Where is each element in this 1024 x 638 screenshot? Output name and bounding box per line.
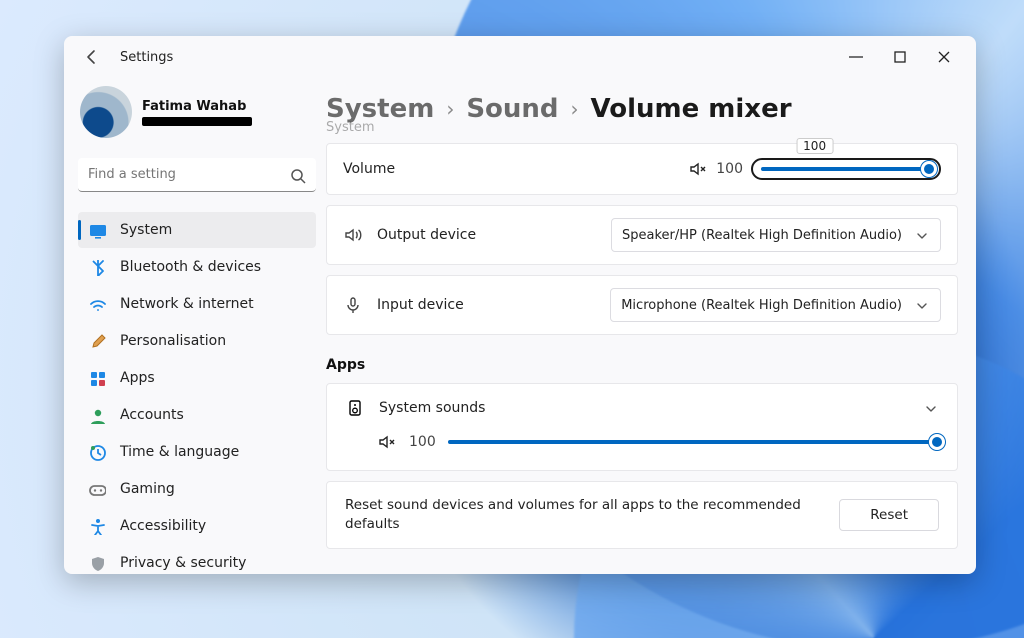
- sidebar-item-access[interactable]: Accessibility: [78, 508, 316, 544]
- input-device-card: Input device Microphone (Realtek High De…: [326, 275, 958, 335]
- time-icon: [88, 443, 106, 461]
- sidebar-item-system[interactable]: System: [78, 212, 316, 248]
- volume-slider[interactable]: [751, 158, 941, 180]
- system-sounds-label: System sounds: [379, 400, 485, 416]
- output-device-value: Speaker/HP (Realtek High Definition Audi…: [622, 228, 902, 243]
- chevron-right-icon: ›: [571, 97, 579, 121]
- volume-label: Volume: [343, 161, 463, 177]
- volume-tooltip: 100: [796, 138, 833, 154]
- sidebar-item-label: Personalisation: [120, 333, 226, 349]
- search-icon: [288, 166, 306, 184]
- sidebar: Fatima Wahab System Bluetooth & devices Ne…: [64, 78, 326, 574]
- system-icon: [88, 221, 106, 239]
- settings-window: Settings Fatima Wahab System Bluetooth & …: [64, 36, 976, 574]
- avatar: [80, 86, 132, 138]
- microphone-icon: [343, 295, 363, 315]
- output-device-label: Output device: [377, 227, 476, 243]
- input-device-label: Input device: [377, 297, 464, 313]
- volume-value: 100: [716, 161, 743, 177]
- sidebar-item-account[interactable]: Accounts: [78, 397, 316, 433]
- apps-section-title: Apps: [326, 357, 958, 373]
- sidebar-item-label: Time & language: [120, 444, 239, 460]
- reset-card: Reset sound devices and volumes for all …: [326, 481, 958, 549]
- wifi-icon: [88, 295, 106, 313]
- system-sounds-mute-icon[interactable]: [377, 432, 397, 452]
- sidebar-item-label: Gaming: [120, 481, 175, 497]
- sidebar-item-label: Accessibility: [120, 518, 206, 534]
- bluetooth-icon: [88, 258, 106, 276]
- mute-icon[interactable]: [688, 159, 708, 179]
- sidebar-item-label: Network & internet: [120, 296, 254, 312]
- chevron-down-icon: [912, 226, 930, 244]
- sidebar-item-time[interactable]: Time & language: [78, 434, 316, 470]
- sidebar-item-label: Apps: [120, 370, 155, 386]
- account-icon: [88, 406, 106, 424]
- section-label-cut: System: [326, 120, 958, 135]
- volume-slider-thumb[interactable]: [921, 161, 937, 177]
- sidebar-item-label: Privacy & security: [120, 555, 246, 571]
- sidebar-item-brush[interactable]: Personalisation: [78, 323, 316, 359]
- system-sounds-value: 100: [409, 434, 436, 450]
- sidebar-item-bluetooth[interactable]: Bluetooth & devices: [78, 249, 316, 285]
- input-device-select[interactable]: Microphone (Realtek High Definition Audi…: [610, 288, 941, 322]
- privacy-icon: [88, 554, 106, 572]
- system-sounds-slider-thumb[interactable]: [929, 434, 945, 450]
- profile-block[interactable]: Fatima Wahab: [78, 82, 316, 146]
- input-device-value: Microphone (Realtek High Definition Audi…: [621, 298, 902, 313]
- search-input[interactable]: [78, 158, 316, 192]
- chevron-down-icon: [912, 296, 930, 314]
- sidebar-item-label: System: [120, 222, 172, 238]
- sidebar-item-apps[interactable]: Apps: [78, 360, 316, 396]
- sidebar-item-label: Bluetooth & devices: [120, 259, 261, 275]
- nav-list: System Bluetooth & devices Network & inter…: [78, 212, 316, 574]
- volume-card: Volume 100 100: [326, 143, 958, 195]
- sidebar-item-wifi[interactable]: Network & internet: [78, 286, 316, 322]
- chevron-right-icon: ›: [446, 97, 454, 121]
- profile-email-redacted: [142, 117, 252, 126]
- output-device-select[interactable]: Speaker/HP (Realtek High Definition Audi…: [611, 218, 941, 252]
- speaker-icon: [343, 225, 363, 245]
- minimize-button[interactable]: [834, 42, 878, 72]
- apps-icon: [88, 369, 106, 387]
- sidebar-item-privacy[interactable]: Privacy & security: [78, 545, 316, 574]
- brush-icon: [88, 332, 106, 350]
- profile-name: Fatima Wahab: [142, 99, 252, 114]
- back-button[interactable]: [82, 46, 104, 68]
- sidebar-item-gaming[interactable]: Gaming: [78, 471, 316, 507]
- reset-button[interactable]: Reset: [839, 499, 939, 531]
- speaker-box-icon: [345, 398, 365, 418]
- titlebar: Settings: [64, 36, 976, 78]
- system-sounds-card: System sounds 100: [326, 383, 958, 471]
- reset-description: Reset sound devices and volumes for all …: [345, 496, 821, 534]
- output-device-card: Output device Speaker/HP (Realtek High D…: [326, 205, 958, 265]
- sidebar-item-label: Accounts: [120, 407, 184, 423]
- search-box: [78, 158, 316, 192]
- system-sounds-slider[interactable]: [448, 440, 939, 444]
- close-button[interactable]: [922, 42, 966, 72]
- access-icon: [88, 517, 106, 535]
- expand-toggle[interactable]: [921, 399, 939, 417]
- gaming-icon: [88, 480, 106, 498]
- window-title: Settings: [120, 50, 173, 65]
- content: System › Sound › Volume mixer System Vol…: [326, 78, 976, 574]
- maximize-button[interactable]: [878, 42, 922, 72]
